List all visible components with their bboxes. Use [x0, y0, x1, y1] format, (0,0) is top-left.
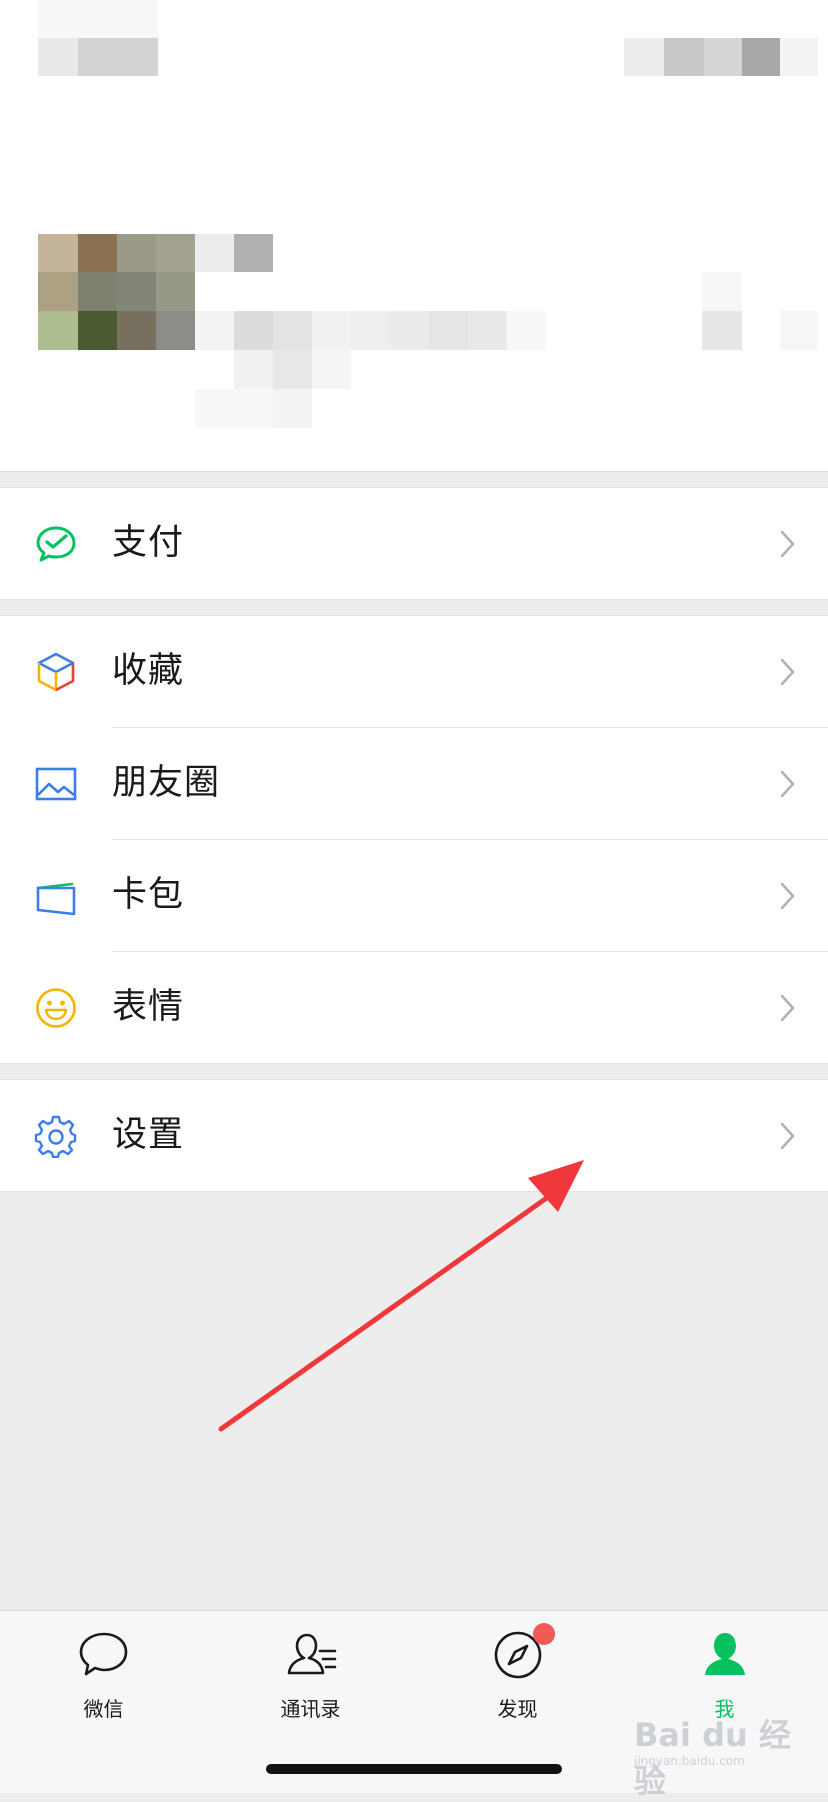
contacts-icon: [287, 1633, 337, 1675]
cube-icon: [37, 652, 75, 692]
profile-header[interactable]: [0, 0, 828, 472]
chevron-right-icon: [780, 530, 795, 558]
tab-label: 发现: [497, 1697, 538, 1721]
menu-item-label: 卡包: [112, 875, 185, 915]
card-wallet-icon: [36, 882, 76, 916]
image-icon: [35, 767, 77, 801]
tab-contacts[interactable]: 通讯录: [207, 1611, 414, 1731]
pay-group: 支付: [0, 487, 828, 600]
chevron-right-icon: [780, 882, 795, 910]
menu-item-label: 收藏: [112, 651, 185, 691]
menu-item-favorites[interactable]: 收藏: [0, 616, 828, 727]
chevron-right-icon: [780, 1122, 795, 1150]
discover-notification-badge: [533, 1623, 555, 1645]
chevron-right-icon: [780, 770, 795, 798]
chat-bubble-icon: [79, 1632, 128, 1676]
baidu-jingyan-watermark: Bai du 经验 jingyan.baidu.com: [634, 1710, 804, 1800]
menu-item-label: 支付: [112, 523, 185, 563]
tab-label: 微信: [83, 1697, 124, 1721]
wechat-pay-icon: [36, 526, 76, 562]
menu-item-cards[interactable]: 卡包: [0, 840, 828, 951]
tab-label: 通讯录: [280, 1697, 341, 1721]
gear-icon: [34, 1115, 77, 1158]
tab-chats[interactable]: 微信: [0, 1611, 207, 1731]
home-indicator: [266, 1764, 562, 1774]
chevron-right-icon: [780, 994, 795, 1022]
menu-item-label: 表情: [112, 987, 185, 1027]
chevron-right-icon: [780, 658, 795, 686]
services-group: 收藏 朋友圈 卡包 表情: [0, 615, 828, 1064]
person-icon: [705, 1633, 745, 1675]
tab-discover[interactable]: 发现: [414, 1611, 621, 1731]
settings-group: 设置: [0, 1079, 828, 1192]
menu-item-label: 朋友圈: [112, 763, 221, 803]
menu-item-stickers[interactable]: 表情: [0, 952, 828, 1063]
smiley-icon: [36, 988, 76, 1028]
menu-item-moments[interactable]: 朋友圈: [0, 728, 828, 839]
menu-item-label: 设置: [112, 1115, 185, 1155]
menu-item-settings[interactable]: 设置: [0, 1080, 828, 1191]
watermark-url: jingyan.baidu.com: [634, 1754, 745, 1768]
menu-item-pay[interactable]: 支付: [0, 488, 828, 599]
